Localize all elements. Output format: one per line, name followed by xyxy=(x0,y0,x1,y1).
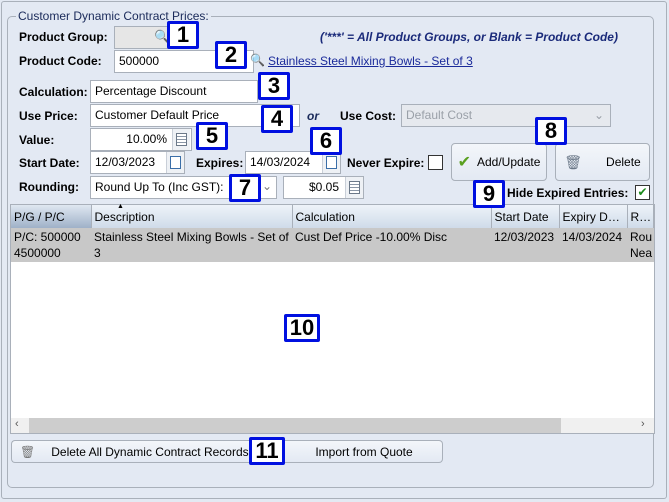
use-cost-label: Use Cost: xyxy=(340,109,397,123)
annotation-badge-5: 5 xyxy=(196,122,228,150)
annotation-badge-3: 3 xyxy=(258,72,290,100)
scrollbar-thumb[interactable] xyxy=(29,418,561,433)
annotation-badge-6: 6 xyxy=(310,127,342,155)
cell-pg-pc: P/C: 500000 4500000 xyxy=(11,228,91,262)
shredder-icon: 🗑 xyxy=(20,444,36,459)
delete-label: Delete xyxy=(606,155,641,169)
hide-expired-checkbox[interactable]: ✔ xyxy=(635,185,650,200)
chevron-down-icon[interactable]: ⌄ xyxy=(262,179,272,193)
use-price-label: Use Price: xyxy=(19,109,78,123)
annotation-badge-2: 2 xyxy=(215,41,247,69)
scroll-left-icon[interactable]: ‹ xyxy=(15,418,19,430)
table-header: P/G / P/C Description Calculation Start … xyxy=(11,205,654,228)
value-label: Value: xyxy=(19,133,55,147)
add-update-label: Add/Update xyxy=(477,155,541,169)
expires-label: Expires: xyxy=(196,156,244,170)
annotation-badge-4: 4 xyxy=(261,105,293,133)
column-header-expiry-date[interactable]: Expiry Da... xyxy=(559,205,628,228)
shredder-icon: 🗑 xyxy=(564,153,583,170)
rounding-label: Rounding: xyxy=(19,180,79,194)
annotation-badge-11: 11 xyxy=(249,437,285,465)
product-group-label: Product Group: xyxy=(19,30,108,44)
annotation-badge-8: 8 xyxy=(535,117,567,145)
cell-description: Stainless Steel Mixing Bowls - Set of 3 xyxy=(91,228,292,262)
add-update-button[interactable]: ✔ Add/Update xyxy=(451,143,547,181)
calendar-icon[interactable] xyxy=(322,152,340,173)
use-cost-select[interactable]: Default Cost xyxy=(401,104,611,127)
contracts-table: P/G / P/C Description Calculation Start … xyxy=(10,204,655,434)
chevron-down-icon[interactable]: ⌄ xyxy=(594,108,604,122)
cell-rounding: Rou Nea xyxy=(627,228,654,262)
scroll-right-icon[interactable]: › xyxy=(641,418,645,430)
table-row[interactable]: P/C: 500000 4500000 Stainless Steel Mixi… xyxy=(11,228,654,262)
calculator-icon[interactable] xyxy=(172,129,190,150)
or-text: or xyxy=(307,109,319,123)
column-header-rounding[interactable]: Rou xyxy=(627,205,654,228)
cell-expiry-date: 14/03/2024 xyxy=(559,228,627,262)
column-header-pg-pc[interactable]: P/G / P/C xyxy=(11,205,92,228)
cell-start-date: 12/03/2023 xyxy=(491,228,559,262)
delete-button[interactable]: 🗑 Delete xyxy=(555,143,650,181)
calendar-icon[interactable] xyxy=(166,152,184,173)
never-expire-label: Never Expire: xyxy=(347,156,425,170)
sort-ascending-icon: ▲ xyxy=(117,203,124,210)
calculator-icon[interactable] xyxy=(345,177,363,198)
horizontal-scrollbar[interactable]: ‹ › xyxy=(11,418,654,433)
never-expire-checkbox[interactable] xyxy=(428,155,443,170)
import-quote-button[interactable]: Import from Quote xyxy=(286,440,443,463)
search-icon[interactable]: 🔍 xyxy=(250,53,265,67)
product-code-label: Product Code: xyxy=(19,54,102,68)
checkmark-icon: ✔ xyxy=(457,154,471,171)
column-header-calculation[interactable]: Calculation xyxy=(292,205,492,228)
annotation-badge-9: 9 xyxy=(473,180,505,208)
product-link[interactable]: Stainless Steel Mixing Bowls - Set of 3 xyxy=(268,54,473,68)
calculation-select[interactable]: Percentage Discount xyxy=(90,80,258,103)
annotation-badge-1: 1 xyxy=(167,21,199,49)
import-quote-label: Import from Quote xyxy=(315,444,413,459)
calculation-label: Calculation: xyxy=(19,85,88,99)
annotation-badge-10: 10 xyxy=(284,314,320,342)
column-header-start-date[interactable]: Start Date xyxy=(491,205,560,228)
hint-text: ('***' = All Product Groups, or Blank = … xyxy=(320,30,618,44)
cell-calculation: Cust Def Price -10.00% Disc xyxy=(292,228,491,262)
start-date-label: Start Date: xyxy=(19,156,80,170)
hide-expired-label: Hide Expired Entries: xyxy=(507,186,629,200)
delete-all-button[interactable]: 🗑 Delete All Dynamic Contract Records xyxy=(11,440,286,463)
annotation-badge-7: 7 xyxy=(229,174,261,202)
delete-all-label: Delete All Dynamic Contract Records xyxy=(51,444,249,459)
